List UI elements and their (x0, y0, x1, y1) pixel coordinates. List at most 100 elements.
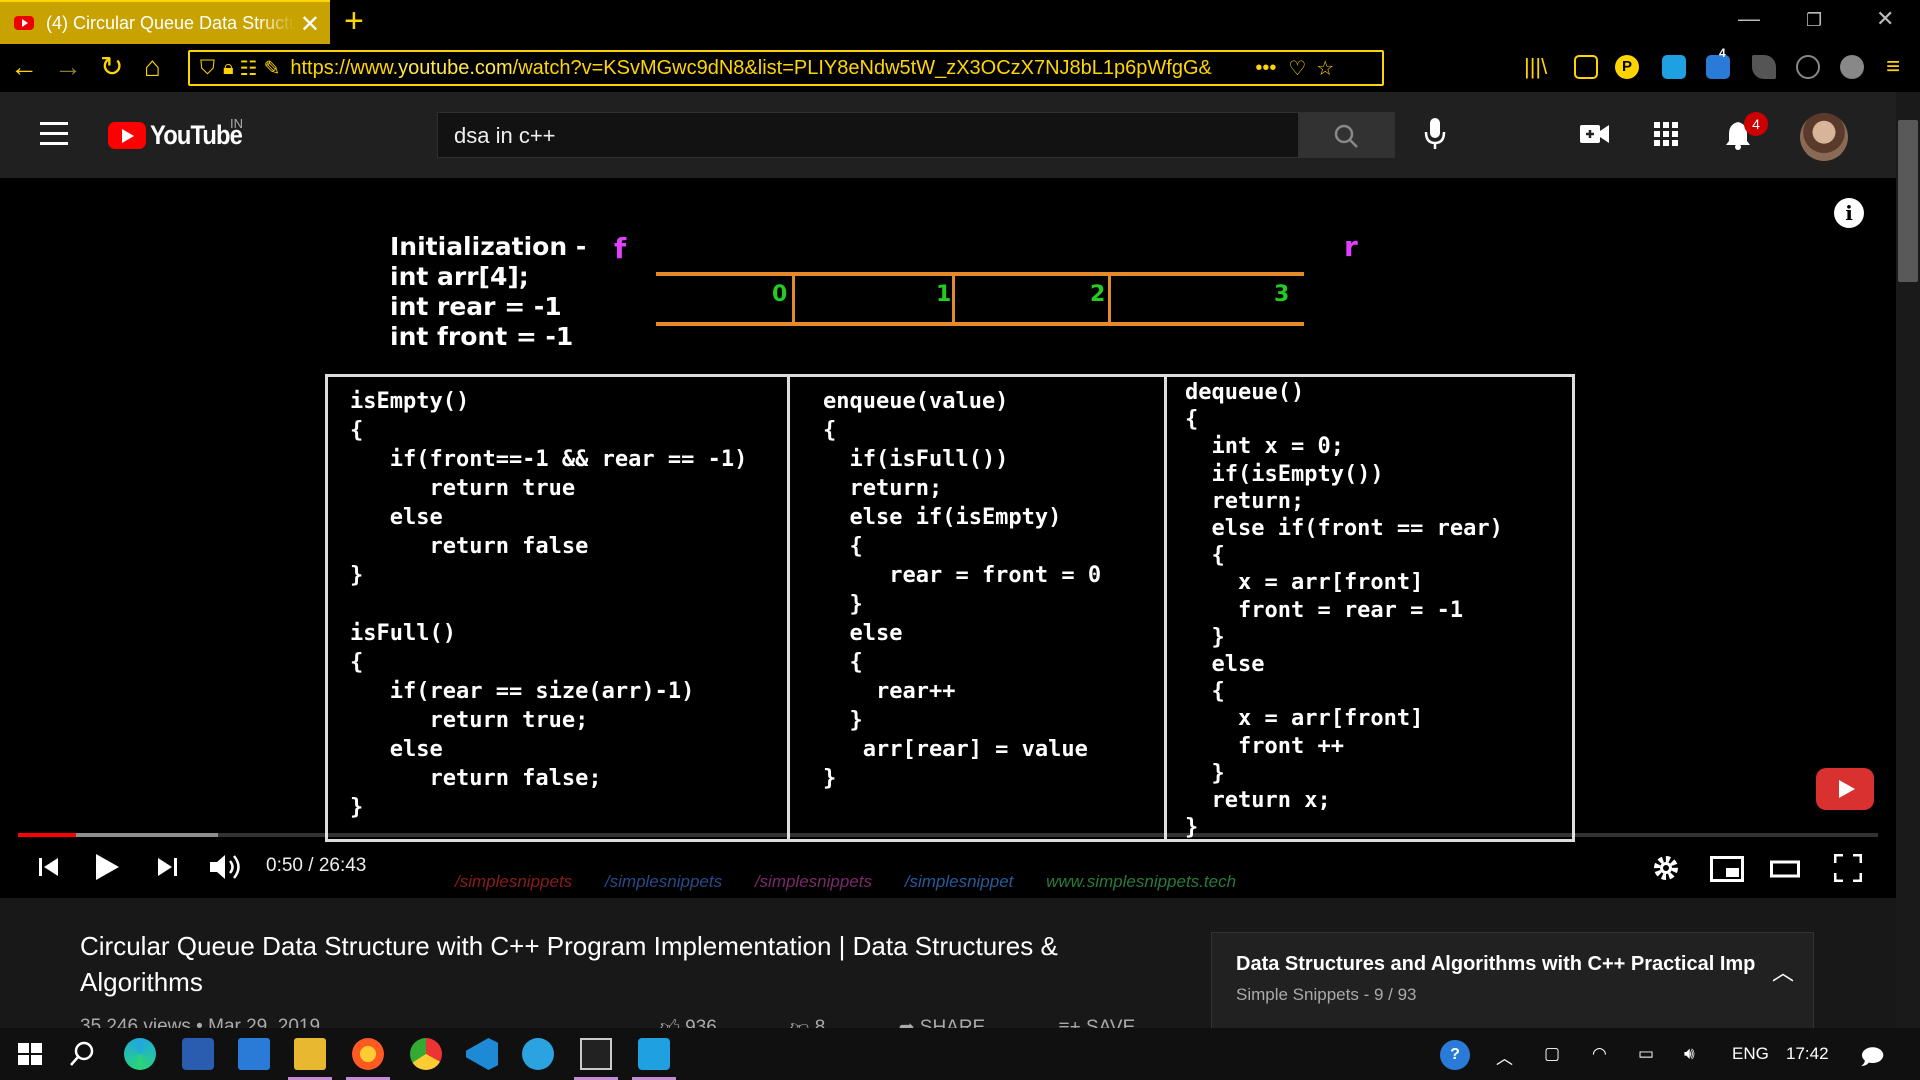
page-actions-icon[interactable]: ••• (1255, 57, 1276, 80)
firefox-icon[interactable] (352, 1038, 384, 1070)
search-button[interactable] (1299, 112, 1395, 158)
youtube-logo[interactable]: YouTube IN (108, 116, 254, 151)
chevron-up-icon[interactable]: ︿ (1772, 955, 1794, 987)
new-tab-button[interactable]: + (344, 2, 364, 41)
close-tab-icon[interactable]: ✕ (300, 10, 320, 39)
social-twitter: /simplesnippet (904, 872, 1014, 891)
youtube-watermark-button[interactable] (1816, 768, 1874, 810)
windows-start-icon[interactable] (14, 1038, 46, 1070)
array-index: 1 (936, 282, 952, 307)
front-marker: f (614, 232, 627, 265)
chrome-icon[interactable] (410, 1038, 442, 1070)
browser-tab-bar: (4) Circular Queue Data Structure with C… (0, 0, 1920, 44)
channel-social-links: /simplesnippets /simplesnippets /simples… (455, 872, 1264, 892)
wifi-icon[interactable]: ◠ (1592, 1044, 1607, 1064)
progress-bar[interactable] (18, 833, 1878, 837)
social-youtube: /simplesnippets (455, 872, 573, 891)
video-actions: 👍︎ 936 👎︎ 8 ➦ SHARE ≡+ SAVE (660, 1016, 1203, 1028)
forward-arrow-icon[interactable]: → (54, 52, 82, 82)
search-input[interactable]: dsa in c++ (437, 112, 1299, 158)
telegram-icon[interactable] (522, 1038, 554, 1070)
battery-icon[interactable]: ▭ (1638, 1044, 1654, 1064)
like-button[interactable]: 👍︎ 936 (660, 1017, 751, 1028)
init-line: int front = -1 (390, 322, 574, 351)
view-count-date: 35,246 views • Mar 29, 2019 (80, 1016, 321, 1028)
file-explorer-icon[interactable] (294, 1038, 326, 1070)
reload-icon[interactable]: ↻ (100, 52, 123, 82)
like-count: 936 (685, 1017, 717, 1028)
scrollbar-thumb[interactable] (1898, 120, 1918, 282)
initialization-block: Initialization - int arr[4]; int rear = … (390, 232, 586, 352)
bookmark-star-icon[interactable]: ☆ (1316, 56, 1334, 81)
code-column-divider (787, 377, 790, 839)
extension-shield-icon[interactable] (1752, 55, 1776, 79)
extension-p-icon[interactable]: P (1615, 55, 1639, 79)
url-text[interactable]: https://www.youtube.com/watch?v=KSvMGwc9… (290, 57, 1245, 80)
extension-globe-icon[interactable] (1840, 55, 1864, 79)
miniplayer-icon[interactable] (1710, 856, 1744, 882)
mail-icon[interactable] (238, 1038, 270, 1070)
url-domain: youtube.com (398, 56, 513, 79)
next-video-icon[interactable] (156, 856, 178, 878)
create-video-icon[interactable] (1580, 122, 1610, 146)
shield-icon[interactable]: ⛉ (200, 57, 215, 80)
system-clock[interactable]: 17:42 (1786, 1044, 1829, 1064)
browser-menu-icon[interactable]: ≡ (1886, 52, 1900, 82)
home-icon[interactable]: ⌂ (144, 52, 161, 82)
lock-icon[interactable]: 🔒︎ (223, 57, 234, 80)
action-center-icon[interactable]: 🗩︎ (1860, 1040, 1884, 1078)
url-path: /watch?v=KSvMGwc9dN8&list=PLIY8eNdw5tW_z… (512, 56, 1212, 79)
region-code: IN (230, 116, 243, 131)
volume-icon[interactable] (208, 853, 244, 881)
screen-snip-icon[interactable] (638, 1038, 670, 1070)
code-isempty-isfull: isEmpty() { if(front==-1 && rear == -1) … (350, 389, 748, 820)
speaker-icon[interactable]: 🔊︎ (1684, 1044, 1695, 1064)
extension-vpn-icon[interactable] (1796, 55, 1820, 79)
address-bar[interactable]: ⛉ 🔒︎ ☷ ✎ https://www.youtube.com/watch?v… (188, 50, 1384, 86)
extension-translate-icon[interactable] (1662, 55, 1686, 79)
show-hidden-icons-chevron-icon[interactable]: ︿ (1496, 1044, 1513, 1069)
dislike-button[interactable]: 👎︎ 8 (790, 1017, 859, 1028)
playlist-title[interactable]: Data Structures and Algorithms with C++ … (1236, 953, 1756, 976)
autoplay-icon[interactable]: ✎ (264, 56, 281, 81)
guide-menu-icon[interactable] (40, 122, 68, 152)
play-icon[interactable] (94, 853, 120, 881)
language-indicator[interactable]: ENG (1732, 1044, 1769, 1064)
browser-tab-active[interactable]: (4) Circular Queue Data Structure with C… (0, 0, 330, 44)
search-icon[interactable] (66, 1038, 98, 1070)
settings-gear-icon[interactable] (1652, 854, 1680, 882)
array-index: 0 (772, 282, 788, 307)
vscode-icon[interactable] (466, 1038, 498, 1070)
previous-video-icon[interactable] (38, 856, 60, 878)
meet-now-icon[interactable]: ▢ (1544, 1044, 1560, 1064)
theater-mode-icon[interactable] (1770, 859, 1800, 879)
save-button[interactable]: ≡+ SAVE (1059, 1017, 1170, 1028)
microphone-icon[interactable] (1423, 116, 1447, 152)
playlist-panel[interactable]: Data Structures and Algorithms with C++ … (1211, 932, 1814, 1028)
edge-browser-icon[interactable] (124, 1038, 156, 1070)
youtube-favicon-icon (14, 16, 34, 30)
info-icon[interactable]: i (1834, 198, 1864, 228)
close-window-button[interactable]: ✕ (1876, 6, 1894, 32)
avatar[interactable] (1800, 113, 1848, 161)
fullscreen-icon[interactable] (1834, 854, 1862, 882)
apps-grid-icon[interactable] (1654, 122, 1678, 146)
save-label: SAVE (1085, 1017, 1136, 1028)
sidebar-icon[interactable] (1574, 55, 1598, 79)
code-dequeue: dequeue() { int x = 0; if(isEmpty()) ret… (1185, 380, 1503, 841)
help-icon[interactable]: ? (1440, 1040, 1470, 1070)
video-title: Circular Queue Data Structure with C++ P… (80, 931, 1058, 997)
restore-window-button[interactable]: ❐ (1806, 10, 1822, 31)
back-arrow-icon[interactable]: ← (10, 52, 38, 82)
init-title: Initialization - (390, 232, 587, 261)
pocket-icon[interactable]: ♡ (1288, 56, 1306, 81)
terminal-icon[interactable] (580, 1038, 612, 1070)
library-icon[interactable]: |||\ (1524, 52, 1547, 82)
store-icon[interactable] (182, 1038, 214, 1070)
minimize-window-button[interactable]: — (1738, 6, 1760, 32)
share-button[interactable]: ➦ SHARE (899, 1017, 1020, 1028)
init-line: int arr[4]; (390, 262, 529, 291)
url-prefix: https://www. (290, 56, 399, 79)
extension-badge-icon[interactable] (1706, 55, 1730, 79)
permissions-icon[interactable]: ☷ (240, 56, 258, 81)
